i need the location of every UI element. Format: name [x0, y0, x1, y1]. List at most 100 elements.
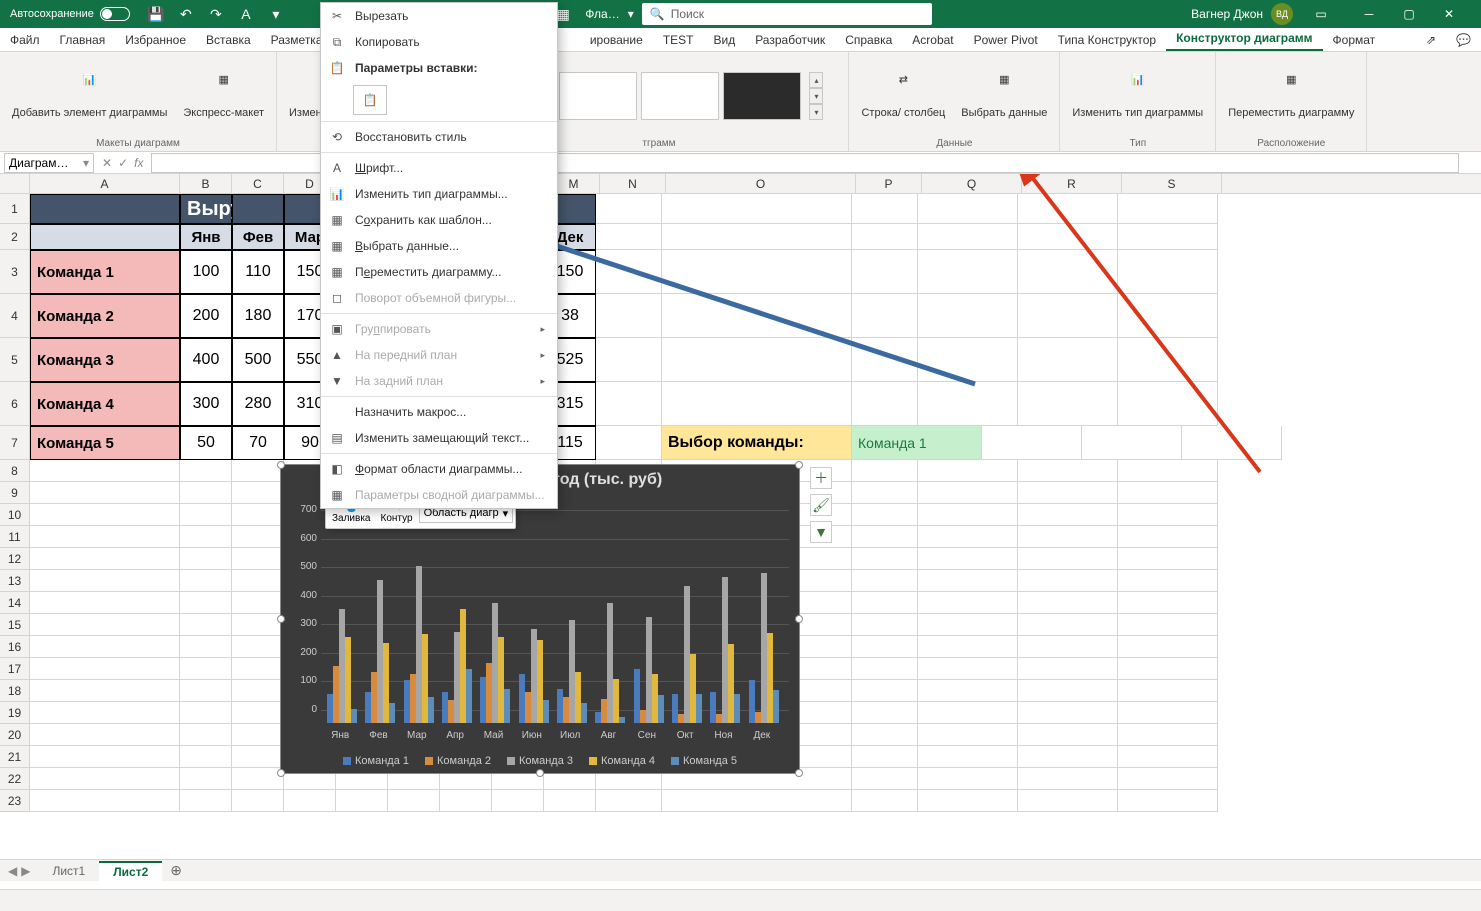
add-chart-element-button[interactable]: 📊 Добавить элемент диаграммы	[8, 71, 171, 121]
cell[interactable]: Команда 4	[30, 382, 180, 426]
add-sheet-button[interactable]: ⊕	[162, 862, 190, 879]
gallery-up-icon[interactable]: ▴	[809, 72, 823, 88]
cell[interactable]	[662, 250, 852, 294]
cell[interactable]	[1118, 790, 1218, 812]
cell[interactable]: 50	[180, 426, 232, 460]
row-header[interactable]: 15	[0, 614, 30, 636]
bar[interactable]	[581, 703, 587, 723]
row-header[interactable]: 5	[0, 338, 30, 382]
chevron-down-icon[interactable]: ▾	[262, 2, 290, 26]
cell[interactable]	[1118, 724, 1218, 746]
cell[interactable]: 100	[180, 250, 232, 294]
chart-styles-button[interactable]: 🖌	[810, 494, 832, 516]
row-header[interactable]: 20	[0, 724, 30, 746]
row-header[interactable]: 9	[0, 482, 30, 504]
row-header[interactable]: 18	[0, 680, 30, 702]
cell[interactable]	[30, 504, 180, 526]
cell[interactable]	[918, 614, 1018, 636]
cell[interactable]	[232, 194, 284, 224]
cell[interactable]	[1018, 548, 1118, 570]
cell[interactable]: 280	[232, 382, 284, 426]
cell[interactable]: 400	[180, 338, 232, 382]
cell[interactable]	[336, 790, 388, 812]
legend-item[interactable]: Команда 4	[589, 755, 655, 767]
cell[interactable]	[1082, 426, 1182, 460]
cell[interactable]	[1182, 426, 1282, 460]
cell[interactable]	[30, 548, 180, 570]
cell[interactable]	[30, 702, 180, 724]
cell[interactable]	[852, 482, 918, 504]
row-header[interactable]: 2	[0, 224, 30, 250]
cell[interactable]	[662, 382, 852, 426]
cell[interactable]	[852, 702, 918, 724]
tab-developer[interactable]: Разработчик	[745, 29, 835, 51]
quick-layout-button[interactable]: ▦ Экспресс-макет	[179, 71, 268, 121]
cell[interactable]	[1118, 636, 1218, 658]
row-header[interactable]: 4	[0, 294, 30, 338]
cell[interactable]: Команда 3	[30, 338, 180, 382]
cell[interactable]	[852, 592, 918, 614]
cell[interactable]	[180, 702, 232, 724]
cell[interactable]	[180, 658, 232, 680]
cell[interactable]	[918, 194, 1018, 224]
cell[interactable]	[1118, 460, 1218, 482]
cell[interactable]	[852, 194, 918, 224]
cell[interactable]: 70	[232, 426, 284, 460]
row-header[interactable]: 22	[0, 768, 30, 790]
tab-format[interactable]: Формат	[1323, 29, 1386, 51]
sheet-tab-2[interactable]: Лист2	[99, 861, 162, 881]
ctx-format-chart-area[interactable]: ◧Формат области диаграммы...	[321, 456, 557, 482]
cell[interactable]: Выручка	[180, 194, 232, 224]
cell[interactable]	[232, 548, 284, 570]
row-header[interactable]: 8	[0, 460, 30, 482]
bar[interactable]	[773, 690, 779, 723]
row-header[interactable]: 13	[0, 570, 30, 592]
cell[interactable]	[662, 790, 852, 812]
cell[interactable]	[544, 790, 596, 812]
column-header[interactable]: P	[856, 174, 922, 193]
ctx-assign-macro[interactable]: Назначить макрос...	[321, 399, 557, 425]
tab-home[interactable]: Главная	[50, 29, 116, 51]
chart-filters-button[interactable]: ▼	[810, 521, 832, 543]
cell[interactable]	[852, 338, 918, 382]
cell[interactable]	[180, 504, 232, 526]
cell[interactable]	[918, 658, 1018, 680]
row-header[interactable]: 1	[0, 194, 30, 224]
cell[interactable]	[1018, 768, 1118, 790]
cell[interactable]	[232, 504, 284, 526]
cell[interactable]: 300	[180, 382, 232, 426]
bar[interactable]	[504, 689, 510, 723]
tab-favorites[interactable]: Избранное	[115, 29, 196, 51]
cell[interactable]	[852, 548, 918, 570]
cell[interactable]	[852, 724, 918, 746]
cell[interactable]	[1118, 382, 1218, 426]
bar[interactable]	[466, 669, 472, 723]
cell[interactable]	[180, 526, 232, 548]
redo-icon[interactable]: ↷	[202, 2, 230, 26]
cell[interactable]	[1018, 570, 1118, 592]
cell[interactable]	[918, 294, 1018, 338]
legend-item[interactable]: Команда 1	[343, 755, 409, 767]
cell[interactable]	[1118, 614, 1218, 636]
cell[interactable]	[918, 504, 1018, 526]
cell[interactable]	[232, 680, 284, 702]
cell[interactable]	[232, 570, 284, 592]
cell[interactable]	[918, 724, 1018, 746]
cell[interactable]	[852, 746, 918, 768]
ctx-cut[interactable]: ✂Вырезать	[321, 3, 557, 29]
legend-item[interactable]: Команда 3	[507, 755, 573, 767]
cell[interactable]	[852, 460, 918, 482]
cell[interactable]	[918, 680, 1018, 702]
cell[interactable]	[918, 460, 1018, 482]
undo-icon[interactable]: ↶	[172, 2, 200, 26]
bar[interactable]	[389, 703, 395, 723]
cell[interactable]	[1118, 224, 1218, 250]
minimize-button[interactable]: ─	[1349, 0, 1389, 28]
cell[interactable]	[232, 658, 284, 680]
maximize-button[interactable]: ▢	[1389, 0, 1429, 28]
cell[interactable]	[852, 250, 918, 294]
column-header[interactable]: N	[600, 174, 666, 193]
avatar[interactable]: ВД	[1271, 3, 1293, 25]
cell[interactable]	[1118, 338, 1218, 382]
cell[interactable]	[852, 504, 918, 526]
